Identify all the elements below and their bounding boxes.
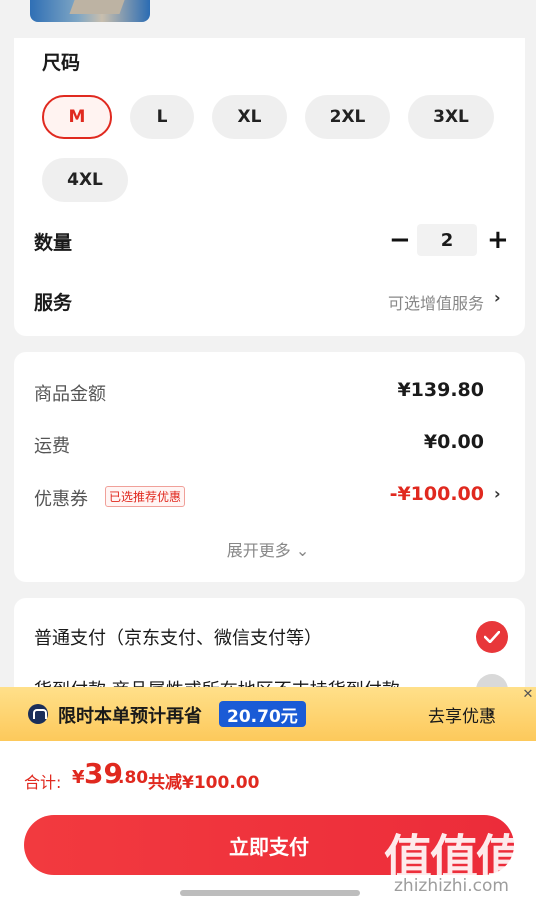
quantity-decrease-button[interactable]: − [389,227,411,253]
home-indicator[interactable] [180,890,360,896]
payment-option-normal[interactable]: 普通支付（京东支付、微信支付等） [34,624,322,650]
promo-amount-badge: 20.70元 [219,701,306,727]
shipping-value: ¥0.00 [423,431,484,453]
size-chip-m[interactable]: M [42,95,112,139]
promo-text: 限时本单预计再省 [58,706,202,727]
watermark-url: zhizhizhi.com [394,876,509,896]
service-hint[interactable]: 可选增值服务 [388,290,484,314]
checkmark-icon[interactable] [476,621,508,653]
total-discount: 共减¥100.00 [148,773,260,793]
coupon-label: 优惠券 [34,489,88,510]
quantity-input[interactable]: 2 [417,224,477,256]
promo-cta-link[interactable]: 去享优惠 [428,702,496,727]
size-chip-3xl[interactable]: 3XL [408,95,494,139]
size-chip-l[interactable]: L [130,95,194,139]
service-label: 服务 [34,292,73,314]
coupon-recommended-tag: 已选推荐优惠 [105,486,186,507]
quantity-increase-button[interactable]: + [487,227,509,253]
promo-chevron-icon[interactable]: › [488,702,495,721]
total-label: 合计: [24,773,62,792]
size-chip-xl[interactable]: XL [212,95,287,139]
expand-more-button[interactable]: 展开更多 ⌄ [0,537,536,561]
size-title: 尺码 [42,52,81,74]
promo-close-icon[interactable]: ✕ [520,687,536,705]
shipping-label: 运费 [34,436,70,457]
service-chevron-icon[interactable]: › [494,288,501,307]
promo-badge-icon [28,704,48,724]
goods-amount-value: ¥139.80 [397,379,484,401]
total-bar: 合计: ¥ 39 .80 共减¥100.00 [0,741,536,807]
total-currency: ¥ [72,767,85,788]
size-chip-4xl[interactable]: 4XL [42,158,128,202]
coupon-value[interactable]: -¥100.00 [390,483,484,505]
coupon-chevron-icon[interactable]: › [494,484,501,503]
product-thumbnail [30,0,150,22]
quantity-label: 数量 [34,232,73,254]
total-decimal: .80 [118,768,149,788]
size-chip-2xl[interactable]: 2XL [305,95,390,139]
goods-amount-label: 商品金额 [34,384,106,405]
promo-bar[interactable]: 限时本单预计再省 20.70元 去享优惠 › ✕ [0,687,536,741]
